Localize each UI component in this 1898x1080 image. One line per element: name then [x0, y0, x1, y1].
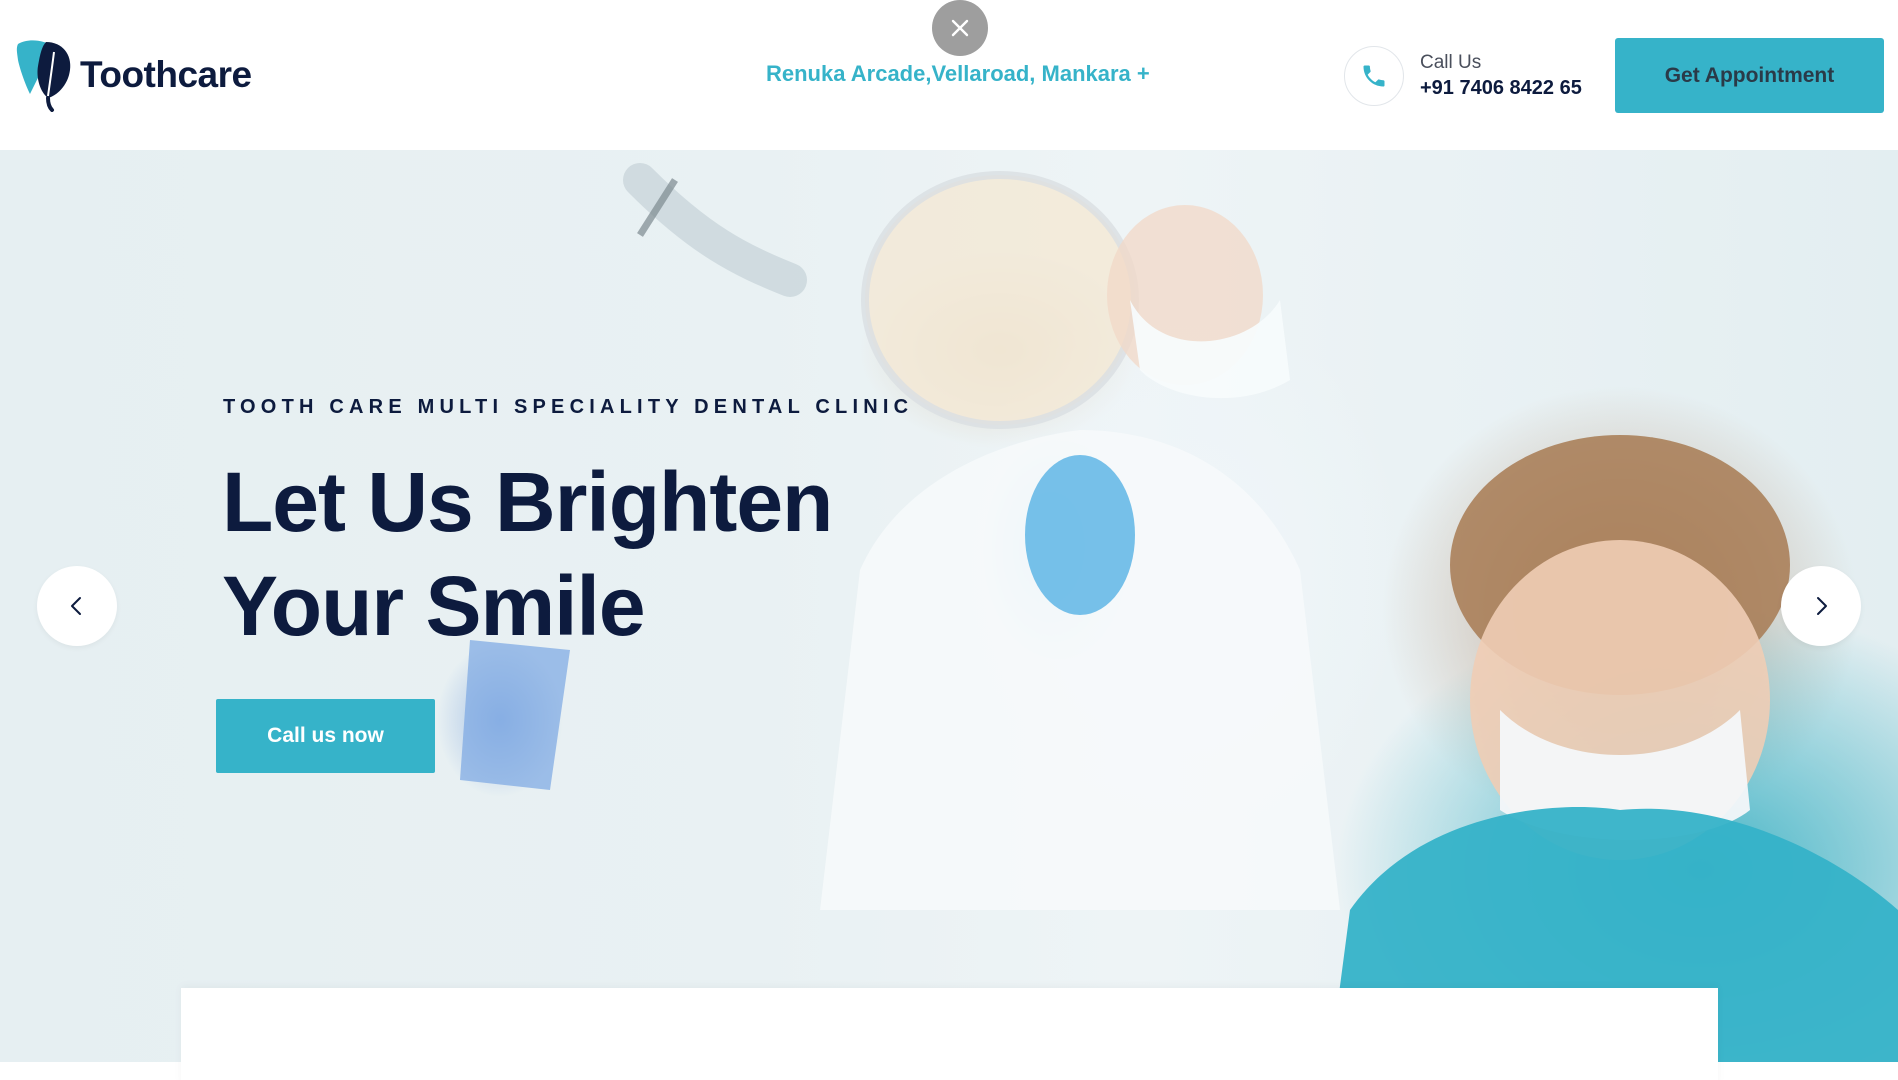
hero-title-line-1: Let Us Brighten	[222, 455, 833, 549]
logo-text: Toothcare	[80, 54, 252, 95]
call-text: Call Us +91 7406 8422 65	[1420, 51, 1582, 102]
phone-number[interactable]: +91 7406 8422 65	[1420, 75, 1582, 101]
close-icon	[951, 19, 969, 37]
call-us-label: Call Us	[1420, 51, 1482, 73]
phone-icon	[1363, 65, 1385, 87]
info-card	[181, 988, 1718, 1080]
slider-prev-button[interactable]	[37, 566, 117, 646]
hero-title-line-2: Your Smile	[222, 559, 646, 653]
tooth-leaf-logo-icon	[16, 40, 71, 112]
get-appointment-button[interactable]: Get Appointment	[1615, 38, 1884, 113]
call-us-block[interactable]: Call Us +91 7406 8422 65	[1344, 46, 1582, 106]
hero-title: Let Us Brighten Your Smile	[222, 450, 833, 658]
phone-icon-circle	[1344, 46, 1404, 106]
hero-subtitle: TOOTH CARE MULTI SPECIALITY DENTAL CLINI…	[223, 396, 914, 418]
clinic-address[interactable]: Renuka Arcade,Vellaroad, Mankara +	[766, 61, 1150, 87]
site-logo[interactable]: Toothcare	[14, 38, 252, 112]
close-button[interactable]	[932, 0, 988, 56]
chevron-left-icon	[71, 597, 81, 615]
hero-slider: TOOTH CARE MULTI SPECIALITY DENTAL CLINI…	[0, 150, 1898, 1062]
site-header: Toothcare Renuka Arcade,Vellaroad, Manka…	[0, 0, 1898, 150]
chevron-right-icon	[1817, 597, 1827, 615]
call-us-now-button[interactable]: Call us now	[216, 699, 435, 773]
slider-next-button[interactable]	[1781, 566, 1861, 646]
